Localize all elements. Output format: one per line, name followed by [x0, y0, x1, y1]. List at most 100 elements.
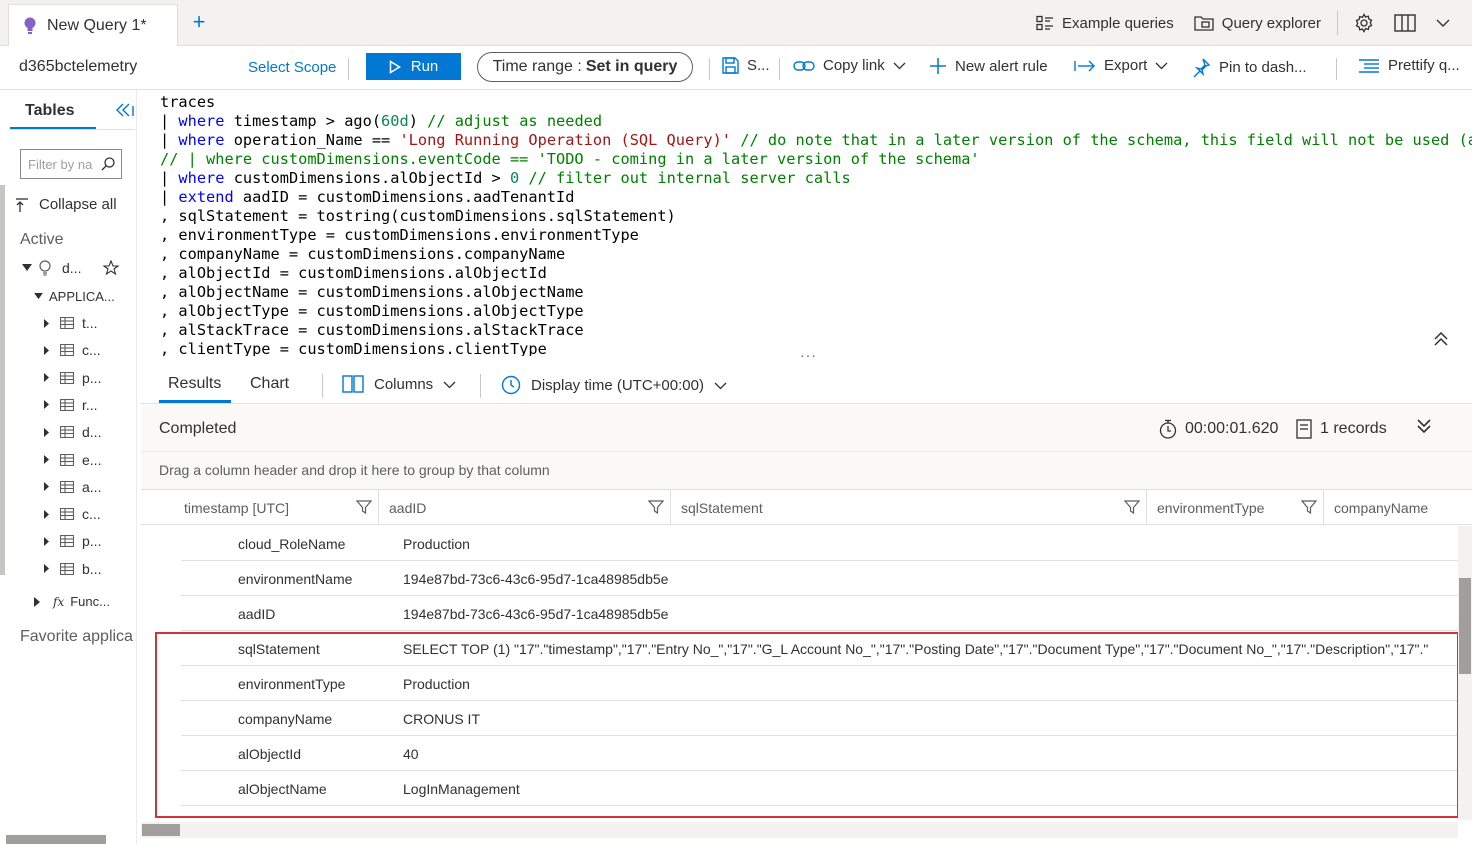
table-label: e...: [82, 451, 102, 468]
caret-right-icon: [34, 596, 40, 607]
columns-button[interactable]: Columns: [342, 375, 456, 393]
filter-icon[interactable]: [1124, 499, 1140, 515]
code-line: , alStackTrace = customDimensions.alStac…: [160, 321, 1472, 340]
detail-key: alObjectId: [238, 746, 302, 762]
settings-button[interactable]: [1344, 13, 1384, 33]
table-icon: [60, 508, 74, 521]
detail-row[interactable]: alObjectId 40: [181, 736, 1458, 771]
filter-icon[interactable]: [648, 499, 664, 515]
play-icon: [389, 59, 401, 74]
query-tab[interactable]: New Query 1*: [8, 4, 178, 46]
code-token: traces: [160, 93, 216, 111]
code-token: , environmentType = customDimensions.env…: [160, 226, 639, 244]
run-button[interactable]: Run: [366, 53, 461, 80]
filter-icon[interactable]: [1301, 499, 1317, 515]
detail-row[interactable]: companyName CRONUS IT: [181, 701, 1458, 736]
example-queries-button[interactable]: Example queries: [1026, 15, 1184, 32]
table-tree-item[interactable]: p...: [44, 533, 101, 549]
tables-tab[interactable]: Tables: [25, 102, 75, 120]
chevron-down-icon: [1436, 19, 1450, 27]
filter-icon[interactable]: [356, 499, 372, 515]
query-editor[interactable]: traces | where timestamp > ago(60d) // ad…: [150, 90, 1472, 356]
add-tab-button[interactable]: +: [188, 11, 210, 33]
results-hscrollbar[interactable]: [141, 822, 1458, 838]
detail-value: 194e87bd-73c6-43c6-95d7-1ca48985db5e: [403, 606, 669, 622]
pin-to-dashboard-button[interactable]: Pin to dash...: [1191, 57, 1307, 77]
table-tree-item[interactable]: b...: [44, 561, 101, 577]
display-time-label: Display time (UTC+00:00): [531, 376, 704, 394]
filter-input[interactable]: Filter by na: [20, 149, 122, 179]
code-token: |: [160, 131, 179, 149]
code-line: , alObjectType = customDimensions.alObje…: [160, 302, 1472, 321]
table-tree-item[interactable]: c...: [44, 506, 101, 522]
collapse-all-button[interactable]: Collapse all: [15, 196, 117, 213]
detail-row[interactable]: alObjectName LogInManagement: [181, 771, 1458, 806]
detail-row[interactable]: environmentName 194e87bd-73c6-43c6-95d7-1…: [181, 561, 1458, 596]
group-by-area[interactable]: Drag a column header and drop it here to…: [141, 452, 1472, 489]
results-vscroll-thumb[interactable]: [1459, 578, 1471, 674]
table-tree-item[interactable]: a...: [44, 479, 101, 495]
detail-row[interactable]: sqlStatement SELECT TOP (1) "17"."timesta…: [181, 631, 1458, 666]
code-token: , alObjectType = customDimensions.alObje…: [160, 302, 584, 320]
results-hscroll-thumb[interactable]: [142, 824, 180, 836]
copy-link-button[interactable]: Copy link: [793, 57, 906, 74]
column-header[interactable]: companyName: [1324, 490, 1472, 525]
code-token: 0: [509, 169, 520, 187]
save-button[interactable]: S...: [722, 57, 770, 74]
detail-key: sqlStatement: [238, 641, 320, 657]
table-tree-item[interactable]: e...: [44, 452, 101, 468]
table-tree-item[interactable]: c...: [44, 342, 101, 358]
detail-row[interactable]: cloud_RoleName Production: [181, 526, 1458, 561]
functions-tree-item[interactable]: fx Func...: [34, 594, 110, 609]
table-tree-item[interactable]: p...: [44, 370, 101, 386]
column-header-label: companyName: [1334, 499, 1429, 516]
double-chevron-left-icon: [116, 103, 134, 117]
tab-results[interactable]: Results: [168, 375, 221, 393]
panel-scrollbar[interactable]: [0, 185, 5, 575]
column-header[interactable]: sqlStatement: [671, 490, 1147, 525]
panel-hscrollbar[interactable]: [6, 835, 106, 844]
select-scope-link[interactable]: Select Scope: [248, 59, 336, 76]
detail-row[interactable]: aadID 194e87bd-73c6-43c6-95d7-1ca48985db5…: [181, 596, 1458, 631]
workspace-tree-item[interactable]: d...: [22, 260, 120, 276]
copy-link-label: Copy link: [823, 57, 885, 74]
code-line: , alObjectName = customDimensions.alObje…: [160, 283, 1472, 302]
collapse-panel-button[interactable]: [116, 103, 136, 121]
run-label: Run: [410, 58, 439, 75]
detail-row[interactable]: environmentType Production: [181, 666, 1458, 701]
collapse-editor-button[interactable]: [1434, 331, 1448, 351]
display-time-button[interactable]: Display time (UTC+00:00): [501, 375, 727, 395]
code-line: traces: [160, 93, 1472, 112]
duration: 00:00:01.620: [1159, 419, 1278, 439]
code-line: , environmentType = customDimensions.env…: [160, 226, 1472, 245]
query-code[interactable]: traces | where timestamp > ago(60d) // ad…: [160, 93, 1472, 356]
workspace-tree-label: d...: [62, 260, 82, 276]
chevron-down-icon: [714, 382, 727, 389]
star-icon[interactable]: [103, 260, 120, 276]
resize-handle[interactable]: ···: [800, 347, 817, 363]
caret-down-icon: [34, 293, 43, 300]
column-header[interactable]: aadID: [379, 490, 671, 525]
prettify-button[interactable]: Prettify q...: [1358, 57, 1460, 74]
column-header[interactable]: timestamp [UTC]: [174, 490, 379, 525]
code-token: // | where customDimensions.eventCode ==…: [160, 150, 980, 168]
record-count-value: 1 records: [1320, 420, 1387, 437]
column-header[interactable]: environmentType: [1147, 490, 1324, 525]
status-text: Completed: [159, 420, 237, 437]
applications-tree-item[interactable]: APPLICA...: [34, 289, 115, 304]
export-button[interactable]: Export: [1074, 57, 1168, 74]
table-tree-item[interactable]: t...: [44, 315, 98, 331]
code-line: | where timestamp > ago(60d) // adjust a…: [160, 112, 1472, 131]
time-range-button[interactable]: Time range : Set in query: [477, 52, 693, 82]
chevron-down-icon: [893, 62, 906, 70]
table-tree-item[interactable]: r...: [44, 397, 98, 413]
more-chevron-button[interactable]: [1426, 18, 1472, 28]
query-explorer-button[interactable]: Query explorer: [1184, 15, 1331, 32]
new-alert-rule-button[interactable]: New alert rule: [929, 57, 1048, 75]
expand-results-button[interactable]: [1417, 419, 1431, 438]
columns-label: Columns: [374, 375, 434, 393]
table-tree-item[interactable]: d...: [44, 424, 101, 440]
book-button[interactable]: [1384, 14, 1426, 32]
tab-chart[interactable]: Chart: [250, 375, 289, 393]
column-header-label: timestamp [UTC]: [184, 499, 290, 516]
